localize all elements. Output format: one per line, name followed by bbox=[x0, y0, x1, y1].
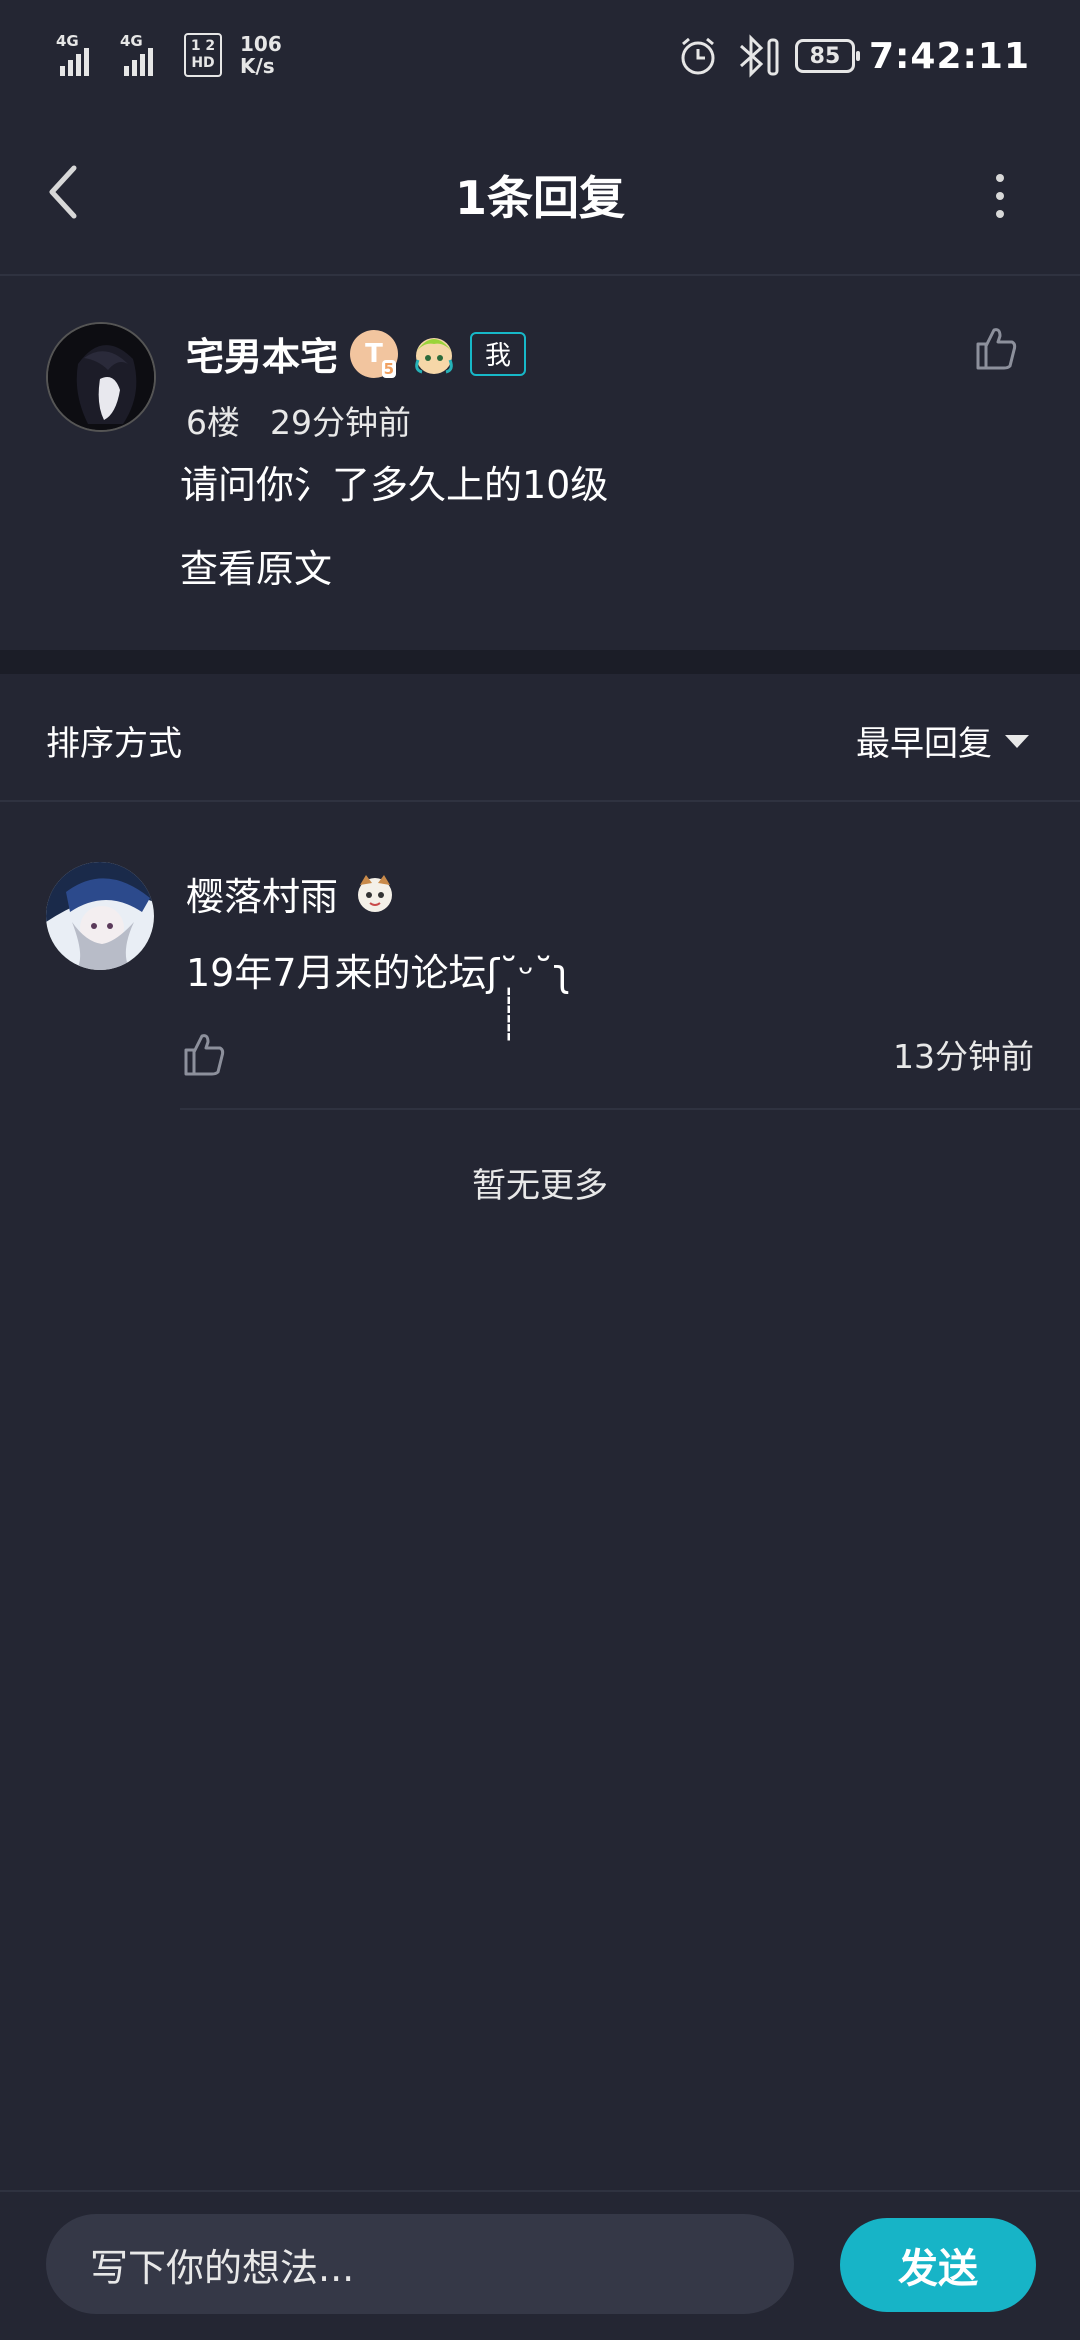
clock: 7:42:11 bbox=[868, 35, 1030, 77]
hd-icon: 1 2 HD bbox=[184, 33, 222, 77]
header-divider bbox=[0, 274, 1080, 276]
post-content: 请问你氵了多久上的10级 bbox=[180, 463, 609, 507]
chevron-down-icon bbox=[1005, 734, 1029, 748]
reply-divider bbox=[180, 1108, 1080, 1110]
status-left: 4G 4G 1 2 HD 106 K/s bbox=[56, 30, 282, 80]
header: 1条回复 bbox=[0, 110, 1080, 274]
page-title: 1条回复 bbox=[454, 171, 625, 225]
bluetooth-icon bbox=[739, 34, 779, 78]
reply-time: 13分钟前 bbox=[893, 1037, 1034, 1076]
post-author-row: 宅男本宅 T5 我 bbox=[186, 326, 527, 381]
character-badge-icon bbox=[415, 337, 453, 374]
bottom-bar-divider bbox=[0, 2190, 1080, 2192]
reply-avatar[interactable] bbox=[46, 862, 154, 970]
sort-value: 最早回复 bbox=[856, 724, 992, 764]
reply-content: 19年7月来的论坛ʃ˘̩̩̩̩̩̩ᵕ˘ʅ bbox=[186, 951, 571, 995]
post-username[interactable]: 宅男本宅 bbox=[186, 326, 338, 381]
sort-label: 排序方式 bbox=[46, 724, 182, 764]
thumb-up-icon bbox=[976, 328, 1017, 370]
reply-avatar-image bbox=[46, 862, 154, 970]
floor-number: 6楼 bbox=[186, 403, 240, 442]
reply-like-button[interactable] bbox=[182, 1030, 226, 1078]
level-badge: T5 bbox=[350, 329, 399, 378]
network-speed: 106 K/s bbox=[240, 32, 282, 78]
reply-author-row: 樱落村雨 bbox=[186, 866, 398, 921]
section-separator bbox=[0, 650, 1080, 674]
battery-icon: 85 bbox=[794, 39, 860, 73]
reply-username[interactable]: 樱落村雨 bbox=[186, 866, 338, 921]
post-meta: 6楼 29分钟前 bbox=[186, 396, 411, 444]
no-more-text: 暂无更多 bbox=[472, 1166, 608, 1206]
mascot-badge-icon bbox=[358, 874, 393, 912]
more-vertical-icon bbox=[996, 174, 1004, 218]
signal-icon: 4G bbox=[56, 32, 102, 78]
alarm-icon bbox=[681, 37, 715, 75]
post-time: 29分钟前 bbox=[270, 403, 411, 442]
status-right: 85 7:42:11 bbox=[677, 28, 1030, 84]
avatar[interactable] bbox=[46, 322, 156, 432]
comment-input[interactable]: 写下你的想法... bbox=[46, 2214, 794, 2314]
post-like-button[interactable] bbox=[974, 324, 1018, 372]
more-button[interactable] bbox=[980, 170, 1020, 220]
avatar-image bbox=[48, 324, 154, 430]
status-bar: 4G 4G 1 2 HD 106 K/s 85 7:42:11 bbox=[0, 0, 1080, 110]
sort-dropdown[interactable]: 最早回复 bbox=[856, 716, 1030, 765]
thumb-up-icon bbox=[184, 1034, 225, 1076]
comment-input-placeholder: 写下你的想法... bbox=[90, 2245, 355, 2290]
view-original-link[interactable]: 查看原文 bbox=[180, 538, 332, 593]
sort-divider bbox=[0, 800, 1080, 802]
send-button[interactable]: 发送 bbox=[840, 2218, 1036, 2312]
signal-icon-2: 4G bbox=[120, 32, 166, 78]
me-badge: 我 bbox=[470, 331, 527, 376]
